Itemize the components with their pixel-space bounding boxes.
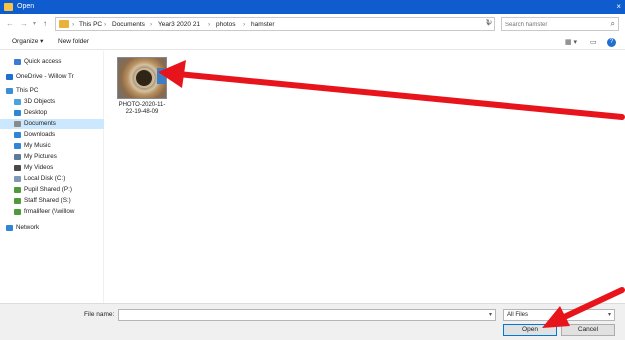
command-toolbar: Organize ▾ New folder ▦ ▾ ▭ ? — [0, 34, 625, 50]
sidebar-item-label: Staff Shared (S:) — [24, 197, 71, 204]
sidebar-item-staff-shared[interactable]: Staff Shared (S:) — [0, 196, 104, 206]
video-icon — [14, 165, 21, 171]
breadcrumb-separator[interactable]: › — [72, 21, 74, 28]
breadcrumb-documents[interactable]: Documents — [112, 21, 145, 28]
sidebar-item-home-drive[interactable]: frmalifeer (\\willow — [0, 207, 104, 217]
sidebar-item-label: Documents — [24, 120, 56, 127]
folder-app-icon — [4, 3, 13, 11]
back-arrow-icon[interactable]: ← — [6, 19, 14, 28]
forward-arrow-icon[interactable]: → — [20, 19, 28, 28]
network-drive-icon — [14, 209, 21, 215]
network-icon — [6, 225, 13, 231]
close-icon[interactable]: × — [616, 2, 621, 11]
file-name-combobox[interactable]: ▾ — [118, 309, 496, 321]
sidebar-item-my-music[interactable]: My Music — [0, 141, 104, 151]
breadcrumb-photos[interactable]: photos — [216, 21, 236, 28]
title-bar[interactable]: Open × — [0, 0, 625, 14]
sidebar-item-label: frmalifeer (\\willow — [24, 208, 75, 215]
sidebar-item-label: My Music — [24, 142, 51, 149]
music-icon — [14, 143, 21, 149]
view-options-icon[interactable]: ▦ ▾ — [565, 38, 577, 46]
window-title: Open — [17, 3, 35, 10]
bottom-bar: File name: ▾ All Files ▾ Open Cancel — [0, 303, 625, 340]
sidebar-item-label: OneDrive - Willow Tr — [16, 73, 74, 80]
sidebar-item-label: This PC — [16, 87, 39, 94]
download-icon — [14, 132, 21, 138]
disk-icon — [14, 176, 21, 182]
sidebar-item-label: My Pictures — [24, 153, 57, 160]
search-input[interactable] — [505, 20, 601, 29]
breadcrumb-separator[interactable]: › — [208, 21, 210, 28]
file-list[interactable]: PHOTO-2020-11- 22-19-48-09 — [105, 51, 625, 303]
file-name-label: PHOTO-2020-11- 22-19-48-09 — [113, 102, 171, 116]
sidebar-item-label: Desktop — [24, 109, 48, 116]
cancel-button[interactable]: Cancel — [561, 324, 615, 336]
breadcrumb-separator[interactable]: › — [243, 21, 245, 28]
cloud-icon — [6, 74, 13, 80]
breadcrumb-hamster[interactable]: hamster — [251, 21, 274, 28]
search-icon[interactable]: ⌕ — [611, 19, 615, 29]
sidebar-item-network[interactable]: Network — [0, 223, 104, 233]
document-icon — [14, 121, 21, 127]
thumbnail-detail — [134, 68, 154, 88]
folder-icon — [59, 20, 69, 28]
breadcrumb-year3[interactable]: Year3 2020 21 — [158, 21, 200, 28]
sidebar-item-local-disk[interactable]: Local Disk (C:) — [0, 174, 104, 184]
desktop-icon — [14, 110, 21, 116]
navigation-pane: Quick access OneDrive - Willow Tr This P… — [0, 51, 104, 303]
sidebar-item-my-pictures[interactable]: My Pictures — [0, 152, 104, 162]
sidebar-item-label: Local Disk (C:) — [24, 175, 66, 182]
sidebar-item-label: Network — [16, 224, 40, 231]
file-name-line: PHOTO-2020-11- — [118, 102, 166, 108]
preview-pane-icon[interactable]: ▭ — [590, 38, 597, 46]
sidebar-item-downloads[interactable]: Downloads — [0, 130, 104, 140]
address-row: ← → ▾ ↑ › This PC › Documents › Year3 20… — [0, 14, 625, 34]
sidebar-item-my-videos[interactable]: My Videos — [0, 163, 104, 173]
pictures-icon — [14, 154, 21, 160]
file-type-selected: All Files — [507, 312, 529, 318]
sidebar-item-3d-objects[interactable]: 3D Objects — [0, 97, 104, 107]
breadcrumb-this-pc[interactable]: This PC — [79, 21, 102, 28]
thumbnail-detail — [157, 68, 166, 84]
up-arrow-icon[interactable]: ↑ — [43, 19, 47, 28]
refresh-icon[interactable]: ↻ — [482, 17, 496, 31]
network-drive-icon — [14, 187, 21, 193]
file-name-input[interactable] — [121, 311, 481, 319]
file-name-line: 22-19-48-09 — [125, 109, 159, 115]
organize-button[interactable]: Organize ▾ — [12, 38, 43, 46]
breadcrumb-separator[interactable]: › — [150, 21, 152, 28]
search-box[interactable]: ⌕ — [501, 17, 619, 31]
new-folder-button[interactable]: New folder — [58, 38, 89, 46]
network-drive-icon — [14, 198, 21, 204]
sidebar-item-desktop[interactable]: Desktop — [0, 108, 104, 118]
sidebar-item-label: My Videos — [24, 164, 54, 171]
computer-icon — [6, 88, 13, 94]
chevron-down-icon[interactable]: ▾ — [489, 311, 492, 318]
sidebar-item-quick-access[interactable]: Quick access — [0, 57, 104, 67]
address-bar[interactable]: › This PC › Documents › Year3 2020 21 › … — [55, 17, 495, 31]
photo-thumbnail[interactable] — [117, 57, 167, 99]
cube-icon — [14, 99, 21, 105]
sidebar-item-label: 3D Objects — [24, 98, 56, 105]
breadcrumb-separator[interactable]: › — [104, 21, 106, 28]
file-item[interactable]: PHOTO-2020-11- 22-19-48-09 — [113, 55, 171, 125]
help-icon[interactable]: ? — [607, 38, 616, 47]
file-name-label: File name: — [84, 311, 115, 318]
open-dialog: Open × ← → ▾ ↑ › This PC › Documents › Y… — [0, 0, 625, 340]
sidebar-item-pupil-shared[interactable]: Pupil Shared (P:) — [0, 185, 104, 195]
sidebar-item-label: Quick access — [24, 58, 62, 65]
sidebar-item-label: Downloads — [24, 131, 56, 138]
sidebar-item-this-pc[interactable]: This PC — [0, 86, 104, 96]
sidebar-item-label: Pupil Shared (P:) — [24, 186, 72, 193]
open-button[interactable]: Open — [503, 324, 557, 336]
file-type-filter[interactable]: All Files ▾ — [503, 309, 615, 321]
recent-locations-icon[interactable]: ▾ — [33, 20, 36, 29]
sidebar-item-documents[interactable]: Documents — [0, 119, 104, 129]
star-icon — [14, 59, 21, 65]
chevron-down-icon[interactable]: ▾ — [608, 311, 611, 318]
sidebar-item-onedrive[interactable]: OneDrive - Willow Tr — [0, 72, 104, 82]
